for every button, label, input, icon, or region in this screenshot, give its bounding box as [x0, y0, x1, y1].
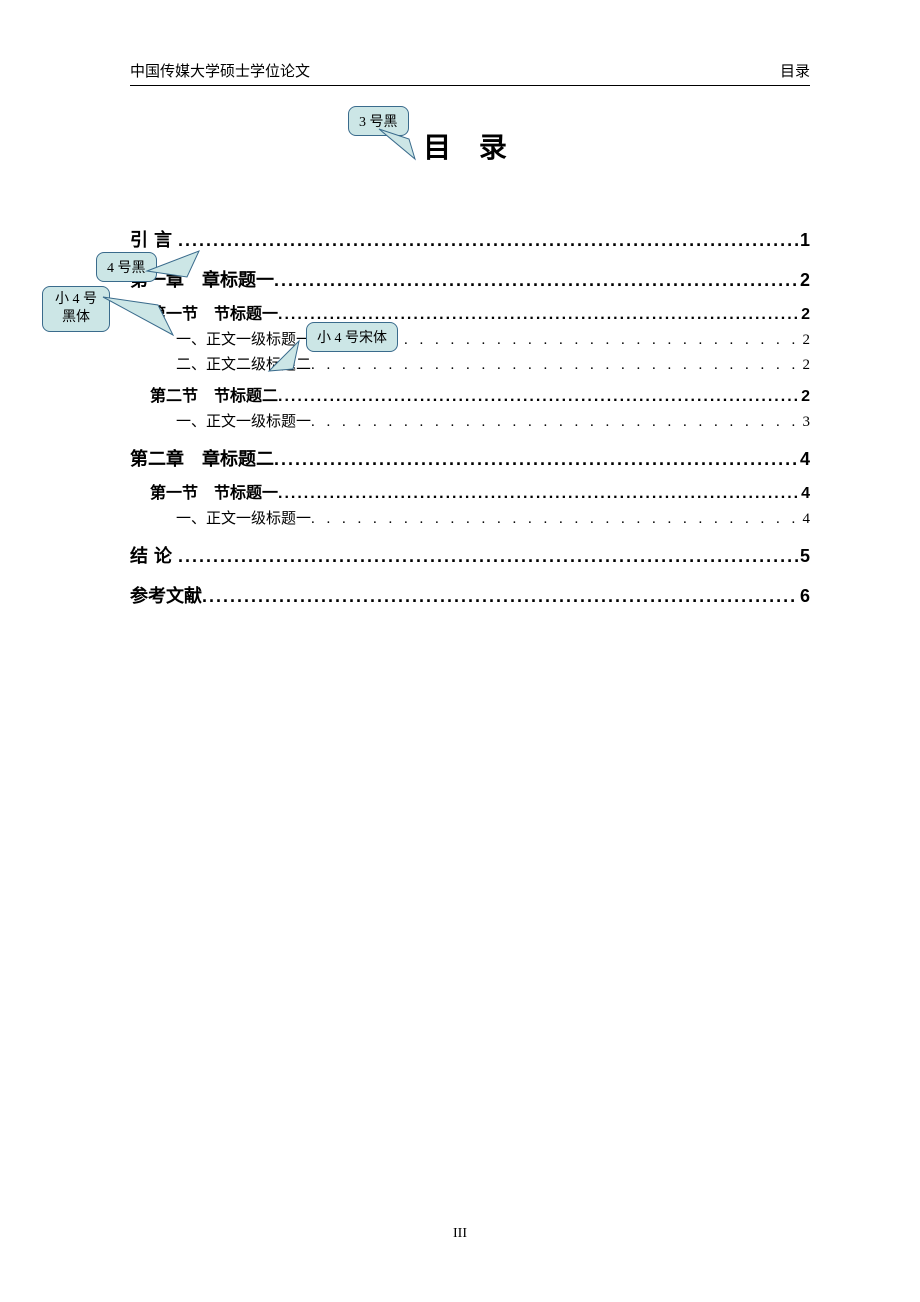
toc-page-number: 2	[799, 388, 810, 406]
toc-entry: 一、正文一级标题一 2	[176, 328, 810, 349]
toc-entry: 第二章 章标题二 4	[130, 445, 810, 471]
page-header: 中国传媒大学硕士学位论文 目录	[130, 60, 810, 86]
callout-section-font: 小 4 号 黑体	[42, 286, 110, 332]
title-wrap: 目 录	[130, 126, 810, 166]
document-page: 中国传媒大学硕士学位论文 目录 目 录 引言 1 第一章 章标题一2 第一节 节标题一…	[0, 0, 920, 1302]
toc-label: 结论	[130, 542, 178, 568]
toc-page-number: 2	[801, 332, 811, 349]
toc-entry: 引言 1	[130, 226, 810, 252]
toc-leader-dots	[178, 230, 798, 251]
toc-page-number: 1	[798, 230, 810, 251]
toc-leader-dots	[178, 546, 798, 567]
toc-entry: 第一章 章标题一2	[130, 266, 810, 292]
toc-label: 参考文献	[130, 582, 202, 608]
toc-leader-dots	[311, 511, 800, 528]
toc-entry: 结论 5	[130, 542, 810, 568]
toc-page-number: 5	[798, 546, 810, 567]
toc-leader-dots	[274, 270, 798, 291]
toc-leader-dots	[202, 586, 798, 607]
callout-label: 3 号黑	[359, 115, 398, 130]
toc-page-number: 2	[801, 357, 811, 374]
toc-leader-dots	[311, 357, 800, 374]
callout-title-font: 3 号黑	[348, 106, 409, 136]
callout-pointer-icon	[299, 341, 339, 381]
callout-pointer-icon	[379, 129, 419, 169]
toc-page-number: 6	[798, 586, 810, 607]
toc-label: 一、正文一级标题一	[176, 410, 311, 431]
toc-entry: 第一节 节标题一 4	[150, 479, 810, 503]
toc-label: 第二章 章标题二	[130, 445, 274, 471]
toc-page-number: 2	[798, 270, 810, 291]
page-title: 目 录	[130, 126, 810, 166]
toc-entry: 一、正文一级标题一 4	[176, 507, 810, 528]
toc-leader-dots	[278, 388, 799, 406]
toc-leader-dots	[274, 449, 798, 470]
toc-label: 一、正文一级标题一	[176, 328, 311, 349]
toc-entry: 参考文献 6	[130, 582, 810, 608]
header-right: 目录	[780, 60, 810, 81]
toc-label: 引言	[130, 226, 178, 252]
toc-page-number: 4	[799, 485, 810, 503]
callout-label: 小 4 号 黑体	[55, 292, 97, 325]
callout-label: 4 号黑	[107, 261, 146, 276]
page-number: III	[0, 1226, 920, 1242]
toc-entry: 第一节 节标题一2	[150, 300, 810, 324]
header-left: 中国传媒大学硕士学位论文	[130, 60, 310, 81]
toc-leader-dots	[278, 485, 799, 503]
toc-page-number: 4	[798, 449, 810, 470]
toc-label: 第二节 节标题二	[150, 382, 278, 406]
toc-label: 一、正文一级标题一	[176, 507, 311, 528]
table-of-contents: 引言1第一章 章标题一2第一节 节标题一2一、正文一级标题一2二、正文二级标题二…	[130, 226, 810, 608]
toc-page-number: 2	[799, 306, 810, 324]
toc-leader-dots	[311, 414, 800, 431]
callout-pointer-icon	[103, 297, 183, 347]
toc-label: 第一节 节标题一	[150, 479, 278, 503]
callout-body-font: 小 4 号宋体	[306, 322, 398, 352]
toc-page-number: 3	[801, 414, 811, 431]
toc-entry: 一、正文一级标题一 3	[176, 410, 810, 431]
toc-entry: 第二节 节标题二 2	[150, 382, 810, 406]
toc-page-number: 4	[801, 511, 811, 528]
callout-chapter-font: 4 号黑	[96, 252, 157, 282]
